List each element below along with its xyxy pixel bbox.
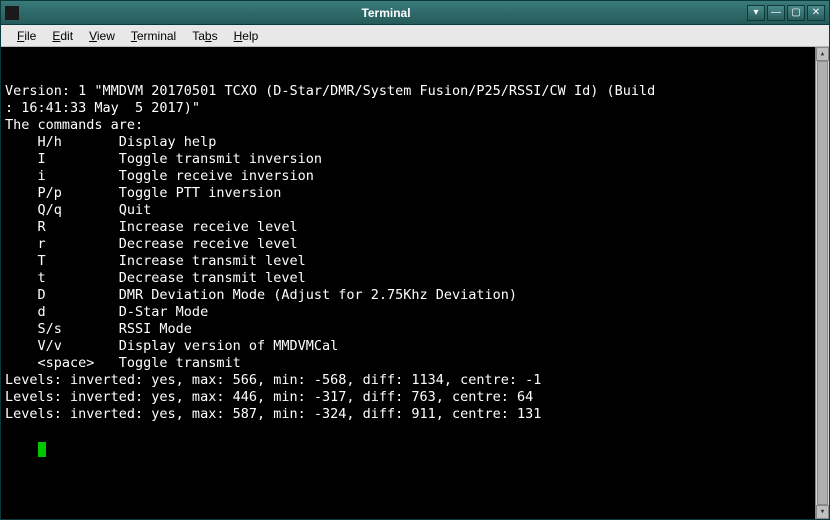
titlebar[interactable]: Terminal ▾ — ▢ ✕ <box>1 1 829 25</box>
menu-tabs[interactable]: Tabs <box>184 27 225 45</box>
minimize-button[interactable]: — <box>767 5 785 21</box>
scroll-track[interactable] <box>816 61 829 505</box>
maximize-button[interactable]: ▢ <box>787 5 805 21</box>
terminal-window: Terminal ▾ — ▢ ✕ File Edit View Terminal… <box>0 0 830 520</box>
menubar: File Edit View Terminal Tabs Help <box>1 25 829 47</box>
cursor <box>38 442 46 457</box>
window-title: Terminal <box>25 6 747 20</box>
scrollbar[interactable]: ▴ ▾ <box>815 47 829 519</box>
scroll-thumb[interactable] <box>817 61 828 505</box>
stick-button[interactable]: ▾ <box>747 5 765 21</box>
terminal-body[interactable]: Version: 1 "MMDVM 20170501 TCXO (D-Star/… <box>1 47 829 519</box>
terminal-app-icon <box>5 6 19 20</box>
menu-file[interactable]: File <box>9 27 44 45</box>
close-button[interactable]: ✕ <box>807 5 825 21</box>
menu-help[interactable]: Help <box>226 27 267 45</box>
menu-terminal[interactable]: Terminal <box>123 27 184 45</box>
menu-edit[interactable]: Edit <box>44 27 81 45</box>
menu-view[interactable]: View <box>81 27 123 45</box>
scroll-up-icon[interactable]: ▴ <box>816 47 829 61</box>
scroll-down-icon[interactable]: ▾ <box>816 505 829 519</box>
window-controls: ▾ — ▢ ✕ <box>747 5 825 21</box>
terminal-content: Version: 1 "MMDVM 20170501 TCXO (D-Star/… <box>5 83 825 423</box>
